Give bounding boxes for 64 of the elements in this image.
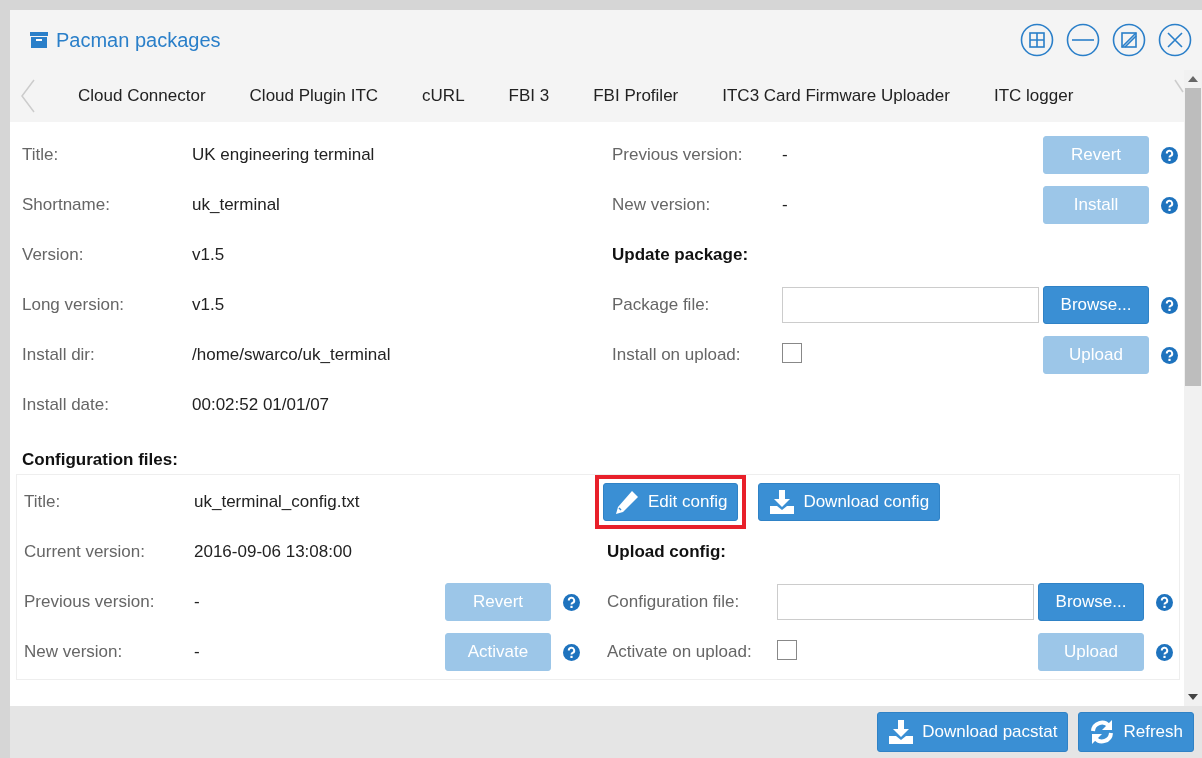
footer-button[interactable]: Refresh xyxy=(1078,712,1194,752)
field-value: v1.5 xyxy=(192,295,225,315)
field-value: - xyxy=(782,195,789,215)
help-icon[interactable] xyxy=(1161,346,1178,364)
field-label: Title: xyxy=(24,492,62,512)
minimize-icon[interactable] xyxy=(1066,23,1100,57)
field-value: 2016-09-06 13:08:00 xyxy=(194,542,352,562)
field-label: New version: xyxy=(612,195,712,215)
package-tab[interactable]: FBI Profiler xyxy=(571,86,701,106)
help-icon[interactable] xyxy=(1161,146,1178,164)
help-icon[interactable] xyxy=(1161,196,1178,214)
file-field[interactable] xyxy=(782,287,1039,323)
config-button[interactable]: Download config xyxy=(758,483,941,521)
file-field[interactable] xyxy=(777,584,1034,620)
tile-icon[interactable] xyxy=(1020,23,1054,57)
section-heading: Update package: xyxy=(612,245,749,265)
field-label: Package file: xyxy=(612,295,711,315)
field-label: Activate on upload: xyxy=(607,642,753,662)
section-heading: Configuration files: xyxy=(22,450,178,470)
help-icon[interactable] xyxy=(1156,643,1173,661)
field-value: - xyxy=(194,592,201,612)
field-value: uk_terminal_config.txt xyxy=(194,492,360,512)
field-label: Title: xyxy=(22,145,60,165)
field-label: Install on upload: xyxy=(612,345,742,365)
field-value: 00:02:52 01/01/07 xyxy=(192,395,330,415)
package-tab[interactable]: cURL xyxy=(400,86,487,106)
download-icon xyxy=(769,489,796,515)
close-icon[interactable] xyxy=(1158,23,1192,57)
package-tab[interactable]: FBI 3 xyxy=(486,86,572,106)
scroll-down-icon[interactable] xyxy=(1188,694,1198,700)
scroll-up-icon[interactable] xyxy=(1188,76,1198,82)
help-icon[interactable] xyxy=(1161,296,1178,314)
field-value: UK engineering terminal xyxy=(192,145,375,165)
field-label: Version: xyxy=(22,245,85,265)
field-label: Long version: xyxy=(22,295,126,315)
field-label: Shortname: xyxy=(22,195,111,215)
package-tab[interactable]: Cloud Plugin ITC xyxy=(227,86,401,106)
field-value: v1.5 xyxy=(192,245,225,265)
package-tab[interactable]: Cloud Connector xyxy=(56,86,228,106)
help-icon[interactable] xyxy=(563,643,580,661)
package-tab[interactable]: ITC3 Card Firmware Uploader xyxy=(700,86,972,106)
refresh-icon xyxy=(1089,719,1116,745)
download-icon xyxy=(888,719,915,745)
help-icon[interactable] xyxy=(563,593,580,611)
field-value: uk_terminal xyxy=(192,195,280,215)
package-tab[interactable]: ITC logger xyxy=(971,86,1096,106)
field-value: - xyxy=(194,642,201,662)
field-label: Current version: xyxy=(24,542,146,562)
window-title: Pacman packages xyxy=(56,28,221,52)
field-value: /home/swarco/uk_terminal xyxy=(192,345,391,365)
footer-button[interactable]: Download pacstat xyxy=(877,712,1069,752)
field-label: New version: xyxy=(24,642,124,662)
maximize-icon[interactable] xyxy=(1112,23,1146,57)
pencil-icon xyxy=(614,489,640,515)
field-value: - xyxy=(782,145,789,165)
field-label: Install dir: xyxy=(22,345,96,365)
config-button[interactable]: Edit config xyxy=(603,483,739,521)
field-label: Previous version: xyxy=(24,592,156,612)
field-label: Previous version: xyxy=(612,145,744,165)
help-icon[interactable] xyxy=(1156,593,1173,611)
archive-icon xyxy=(30,32,48,48)
section-heading: Upload config: xyxy=(607,542,726,562)
field-label: Install date: xyxy=(22,395,110,415)
field-label: Configuration file: xyxy=(607,592,741,612)
